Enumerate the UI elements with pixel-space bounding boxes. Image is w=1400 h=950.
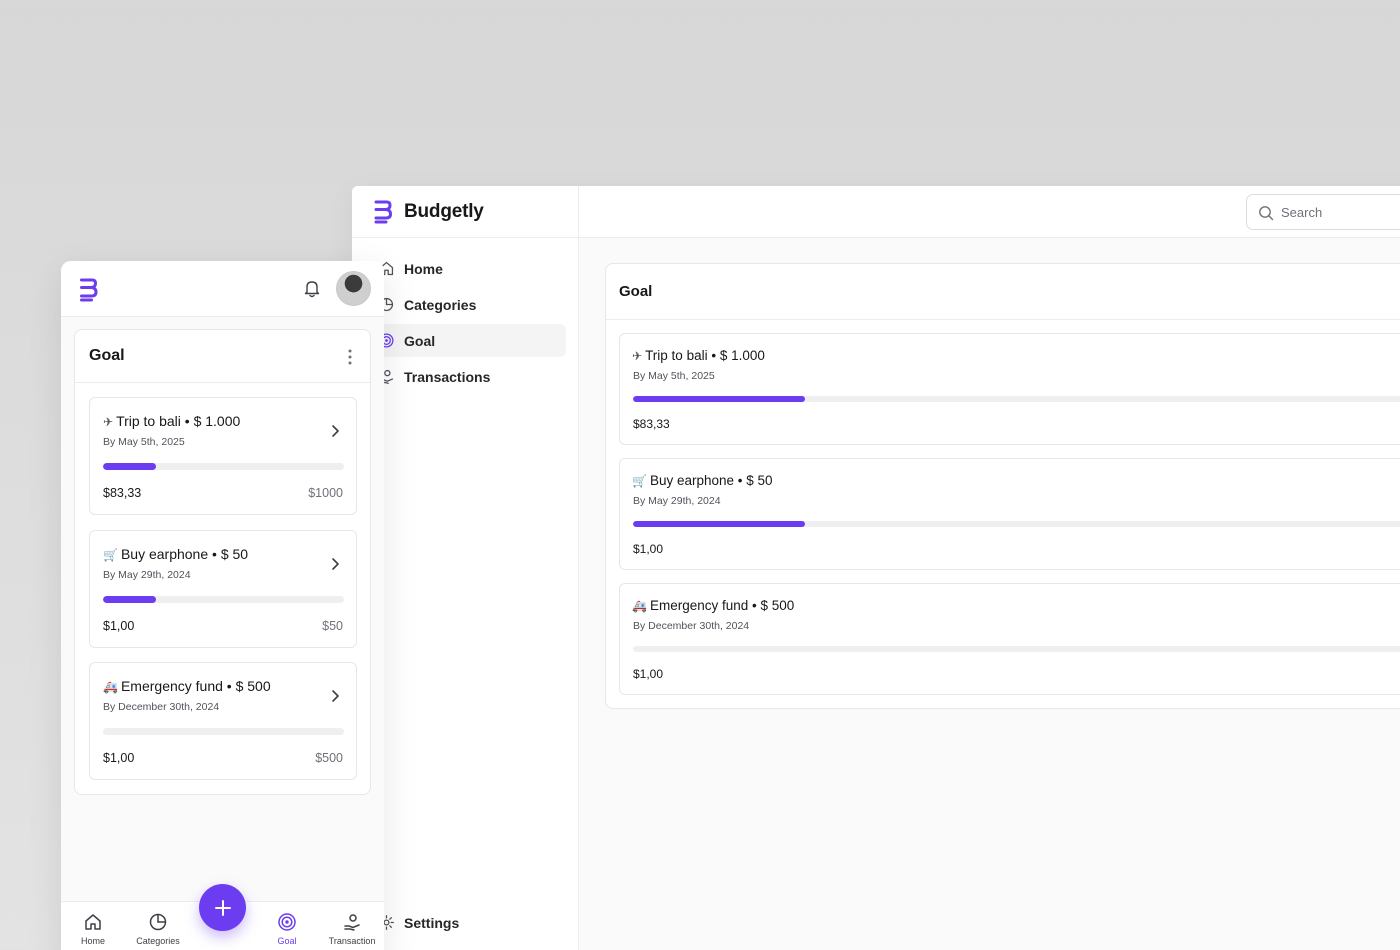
goal-item-trip[interactable]: ✈ Trip to bali • $ 1.000 By May 5th, 2025…	[89, 397, 357, 515]
goal-progress-bar	[103, 728, 344, 735]
goal-card-title: Goal	[89, 347, 125, 364]
home-icon	[85, 914, 101, 930]
goal-title: ✈ Trip to bali • $ 1.000	[632, 348, 765, 363]
mobile-goal-card: Goal ✈ Trip to bali • $ 1.000 By May 5th,…	[74, 329, 371, 795]
pie-chart-icon	[149, 913, 167, 931]
chevron-right-icon[interactable]	[331, 424, 340, 438]
goal-amount: $83,33	[633, 417, 670, 431]
plus-icon	[214, 899, 231, 916]
desktop-nav: Home Categories Goal Transactions	[352, 238, 578, 393]
avatar[interactable]	[336, 271, 371, 306]
goal-item-earphone[interactable]: 🛒 Buy earphone • $ 50 By May 29th, 2024 $…	[89, 530, 357, 648]
goal-date: By May 5th, 2025	[633, 370, 715, 382]
kebab-menu-icon[interactable]	[348, 349, 352, 365]
bell-icon[interactable]	[303, 279, 321, 298]
goal-date: By May 29th, 2024	[633, 495, 721, 507]
goal-progress-fill	[633, 396, 805, 402]
sidebar-item-label: Home	[404, 260, 443, 277]
goal-amount: $1,00	[103, 751, 135, 765]
search-placeholder: Search	[1281, 204, 1323, 220]
sidebar-item-label: Categories	[404, 296, 477, 313]
goal-progress-bar	[633, 521, 1400, 527]
goal-title: ✈ Trip to bali • $ 1.000	[103, 413, 241, 429]
cart-icon: 🛒	[632, 474, 647, 488]
tab-transaction[interactable]: Transaction	[320, 910, 384, 946]
cart-icon: 🛒	[103, 548, 118, 562]
ambulance-icon: 🚑	[103, 680, 118, 694]
tab-label: Home	[80, 936, 105, 946]
goal-card: Goal ✈ Trip to bali • $ 1.000 By May 5th,…	[605, 263, 1400, 709]
sidebar-item-label: Goal	[404, 332, 436, 349]
goal-target: $1000	[308, 486, 343, 500]
goal-date: By December 30th, 2024	[103, 701, 220, 713]
goal-title: 🚑 Emergency fund • $ 500	[632, 598, 795, 613]
goal-target: $500	[315, 751, 343, 765]
airplane-icon: ✈	[632, 349, 643, 363]
sidebar-item-categories[interactable]: Categories	[364, 288, 566, 321]
goal-amount: $1,00	[103, 619, 135, 633]
goal-date: By May 5th, 2025	[103, 436, 185, 448]
desktop-topbar: Search	[579, 186, 1400, 238]
tab-label: Categories	[136, 936, 180, 946]
mobile-header	[61, 261, 384, 317]
target-icon	[278, 913, 296, 931]
goal-date: By December 30th, 2024	[633, 620, 750, 632]
hand-coins-icon	[344, 914, 360, 931]
add-goal-button[interactable]	[199, 884, 246, 931]
search-icon	[1259, 206, 1274, 221]
goal-title: 🛒 Buy earphone • $ 50	[103, 546, 249, 562]
tab-home[interactable]: Home	[61, 910, 125, 946]
tab-goal[interactable]: Goal	[255, 910, 319, 946]
goal-progress-bar	[103, 463, 344, 470]
tab-label: Transaction	[328, 936, 376, 946]
mobile-frame: Goal ✈ Trip to bali • $ 1.000 By May 5th,…	[61, 261, 384, 950]
goal-amount: $1,00	[633, 542, 664, 556]
tab-label: Goal	[277, 936, 297, 946]
goal-progress-fill	[103, 596, 157, 603]
sidebar-item-label: Transactions	[404, 368, 491, 385]
budgetly-logo-icon	[374, 200, 392, 223]
goal-amount: $1,00	[633, 667, 664, 681]
sidebar-item-transactions[interactable]: Transactions	[364, 360, 566, 393]
sidebar-item-settings[interactable]: Settings	[364, 906, 567, 939]
goal-progress-fill	[633, 521, 805, 527]
goal-card-header: Goal	[75, 330, 370, 383]
goal-amount: $83,33	[103, 486, 142, 500]
goal-date: By May 29th, 2024	[103, 569, 191, 581]
search-input[interactable]: Search	[1246, 194, 1400, 230]
brand[interactable]: Budgetly	[352, 186, 578, 238]
goal-progress-bar	[633, 396, 1400, 402]
goal-progress-bar	[633, 646, 1400, 652]
goal-item-trip[interactable]: ✈ Trip to bali • $ 1.000 By May 5th, 2025…	[619, 333, 1400, 445]
goal-target: $50	[322, 619, 343, 633]
desktop-main: Goal ✈ Trip to bali • $ 1.000 By May 5th,…	[579, 238, 1400, 950]
goal-card-title: Goal	[606, 264, 1400, 320]
chevron-right-icon[interactable]	[331, 689, 340, 703]
goal-item-earphone[interactable]: 🛒 Buy earphone • $ 50 By May 29th, 2024 $…	[619, 458, 1400, 570]
brand-name: Budgetly	[404, 200, 484, 222]
goal-title: 🛒 Buy earphone • $ 50	[632, 473, 773, 488]
sidebar-item-goal[interactable]: Goal	[364, 324, 566, 357]
goal-title: 🚑 Emergency fund • $ 500	[103, 678, 271, 694]
desktop-sidebar: Budgetly Home Categories Goal Transactio…	[352, 186, 579, 950]
goal-progress-bar	[103, 596, 344, 603]
sidebar-item-home[interactable]: Home	[364, 252, 566, 285]
chevron-right-icon[interactable]	[331, 557, 340, 571]
sidebar-item-label: Settings	[404, 914, 460, 931]
tab-categories[interactable]: Categories	[126, 910, 190, 946]
goal-item-emergency[interactable]: 🚑 Emergency fund • $ 500 By December 30th…	[89, 662, 357, 780]
budgetly-logo-icon[interactable]	[79, 278, 98, 302]
goal-progress-fill	[103, 463, 157, 470]
goal-item-emergency[interactable]: 🚑 Emergency fund • $ 500 By December 30th…	[619, 583, 1400, 695]
desktop-window: Budgetly Home Categories Goal Transactio…	[352, 186, 1400, 950]
ambulance-icon: 🚑	[632, 599, 647, 613]
airplane-icon: ✈	[103, 415, 114, 429]
